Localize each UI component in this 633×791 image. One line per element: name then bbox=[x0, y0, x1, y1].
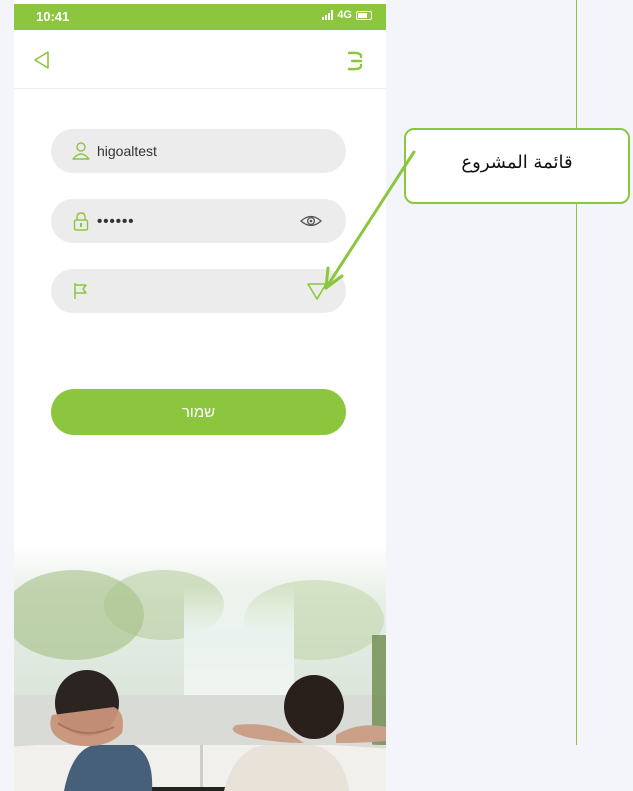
phone-screen: 10:41 4G higoaltest •••••• שמור bbox=[14, 0, 386, 791]
project-list-callout: قائمة المشروع bbox=[404, 128, 630, 204]
network-label: 4G bbox=[337, 9, 352, 21]
status-bar: 10:41 4G bbox=[14, 4, 386, 30]
back-icon[interactable] bbox=[32, 50, 52, 70]
project-input[interactable] bbox=[97, 279, 297, 303]
nav-bar bbox=[14, 30, 386, 89]
password-input[interactable] bbox=[97, 209, 297, 233]
guide-line bbox=[576, 0, 577, 745]
flag-icon bbox=[74, 283, 87, 299]
user-icon bbox=[72, 142, 90, 160]
battery-icon bbox=[356, 10, 372, 20]
callout-arrow-icon bbox=[324, 150, 416, 290]
signal-icon bbox=[322, 10, 334, 20]
status-indicators: 4G bbox=[322, 9, 372, 21]
save-button[interactable]: שמור bbox=[51, 389, 346, 435]
menu-icon[interactable] bbox=[346, 50, 366, 72]
living-room-photo bbox=[14, 545, 386, 791]
status-time: 10:41 bbox=[36, 9, 70, 24]
callout-text: قائمة المشروع bbox=[461, 152, 573, 173]
username-input[interactable] bbox=[97, 139, 297, 163]
lock-icon bbox=[73, 212, 89, 231]
